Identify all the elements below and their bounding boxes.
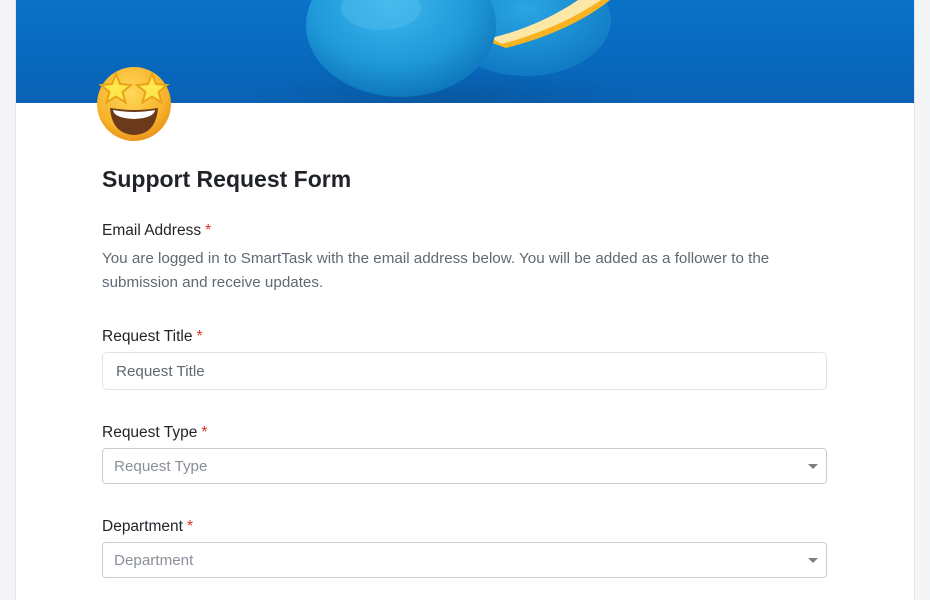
department-select[interactable]: Department [102, 542, 827, 578]
request-title-input[interactable]: Request Title [102, 352, 827, 390]
request-title-label: Request Title * [102, 328, 203, 346]
request-type-label: Request Type * [102, 424, 207, 442]
chevron-down-icon [808, 464, 818, 469]
required-marker: * [196, 328, 203, 345]
request-type-label-text: Request Type [102, 424, 198, 441]
email-address-label-text: Email Address [102, 222, 202, 239]
department-label-text: Department [102, 518, 183, 535]
email-help-text: You are logged in to SmartTask with the … [102, 250, 770, 291]
email-address-label: Email Address * [102, 222, 211, 240]
page: Support Request Form Email Address * You … [0, 0, 930, 600]
request-type-placeholder: Request Type [114, 458, 208, 475]
star-struck-emoji-icon [97, 67, 171, 141]
form-title: Support Request Form [102, 166, 352, 192]
required-marker: * [201, 424, 208, 441]
chevron-down-icon [808, 558, 818, 563]
request-title-placeholder: Request Title [116, 363, 205, 380]
required-marker: * [186, 518, 194, 535]
form-card: Support Request Form Email Address * You … [16, 0, 914, 600]
request-title-label-text: Request Title [102, 328, 193, 345]
request-type-select[interactable]: Request Type [102, 448, 827, 484]
required-marker: * [205, 222, 212, 239]
department-placeholder: Department [114, 552, 194, 569]
department-label: Department * [102, 518, 193, 536]
